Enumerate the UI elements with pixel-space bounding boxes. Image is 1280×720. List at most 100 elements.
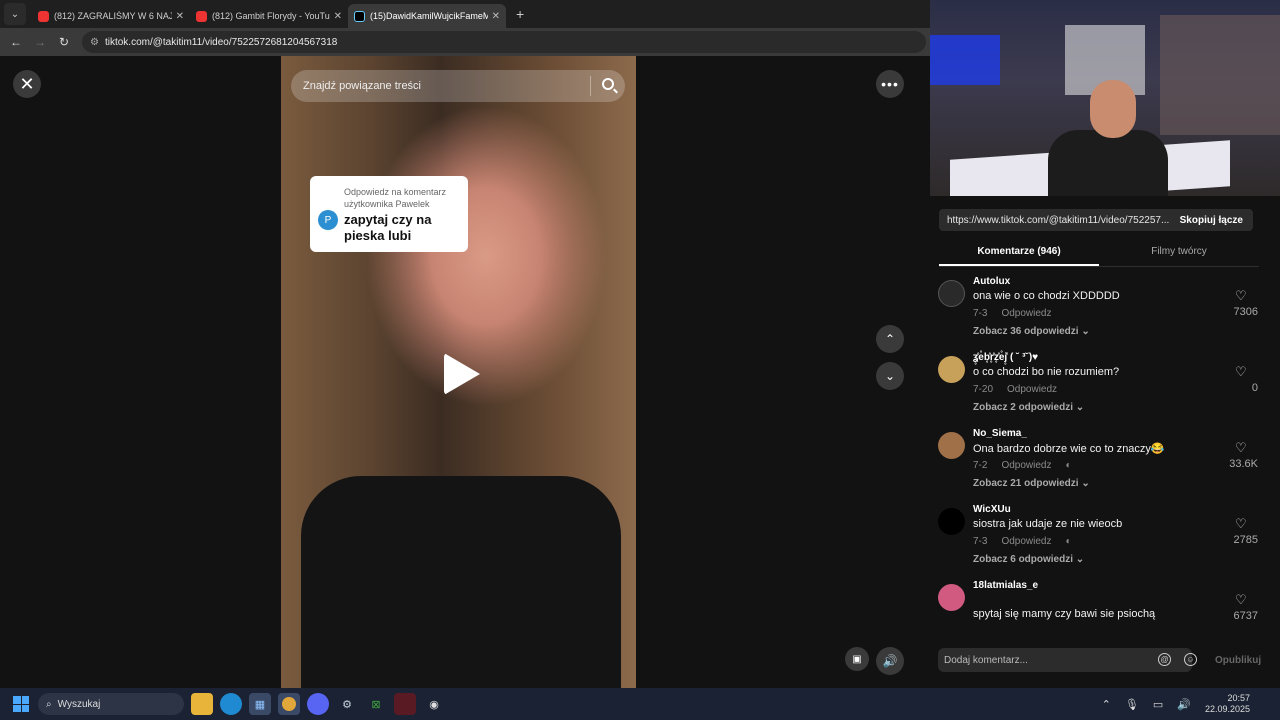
heart-icon[interactable]: ♡ bbox=[1235, 364, 1247, 380]
webcam-overlay bbox=[930, 0, 1280, 196]
comment-meta: 7-3 Odpowiedz ◐ bbox=[973, 536, 1086, 547]
avatar[interactable] bbox=[938, 508, 965, 535]
reply-comment-sticker: Odpowiedz na komentarz użytkownika Pawel… bbox=[310, 176, 468, 252]
comment-input[interactable]: Dodaj komentarz... @ ☺ bbox=[938, 648, 1197, 672]
comment-text: Ona bardzo dobrze wie co to znaczy😂 bbox=[973, 443, 1165, 455]
reply-button[interactable]: Odpowiedz bbox=[1001, 536, 1051, 547]
browser-tab[interactable]: (812) ZAGRALIŚMY W 6 NAJGO ✕ bbox=[32, 4, 190, 28]
comment-username[interactable]: ʓ̥̊e̊b̥̊r̥̊z̥̊e̊j̥̊ ( ˘ ³˘)♥ bbox=[973, 352, 1038, 363]
heart-icon[interactable]: ♡ bbox=[1235, 516, 1247, 532]
comment-username[interactable]: Autolux bbox=[973, 276, 1010, 287]
close-tab-icon[interactable]: ✕ bbox=[176, 11, 184, 22]
close-icon[interactable]: ✕ bbox=[13, 70, 41, 98]
comment-username[interactable]: WicXUu bbox=[973, 504, 1011, 515]
tiktok-icon bbox=[354, 10, 365, 22]
clock[interactable]: 20:57 22.09.2025 bbox=[1205, 693, 1250, 715]
microphone-icon[interactable]: 🎙 bbox=[1125, 698, 1139, 711]
xbox-icon[interactable]: ⊠ bbox=[365, 693, 387, 715]
next-video-chevron-down-icon[interactable]: ⌄ bbox=[876, 362, 904, 390]
network-icon[interactable]: ▭ bbox=[1153, 698, 1163, 711]
comment-list[interactable]: Autolux ona wie o co chodzi XDDDDD 7-3 Od… bbox=[918, 276, 1280, 632]
reload-icon[interactable]: ↻ bbox=[52, 35, 76, 49]
more-options-icon[interactable]: ••• bbox=[876, 70, 904, 98]
video-frame-detail bbox=[301, 476, 621, 688]
comment-meta: 7-2 Odpowiedz ◐ bbox=[973, 460, 1086, 471]
reply-button[interactable]: Odpowiedz bbox=[1001, 308, 1051, 319]
webcam-monitor-glow bbox=[930, 35, 1000, 85]
share-link-url[interactable]: https://www.tiktok.com/@takitim11/video/… bbox=[939, 215, 1170, 226]
comment-username[interactable]: No_Siema_ bbox=[973, 428, 1027, 439]
forward-arrow-icon[interactable]: → bbox=[28, 35, 52, 49]
tab-search-chevron-icon[interactable]: ⌄ bbox=[4, 3, 26, 25]
search-icon: ⌕ bbox=[46, 698, 52, 710]
view-replies-button[interactable]: Zobacz 6 odpowiedzi ⌄ bbox=[973, 554, 1084, 565]
reply-button[interactable]: Odpowiedz bbox=[1001, 460, 1051, 471]
publish-button[interactable]: Opublikuj bbox=[1215, 655, 1261, 666]
volume-icon[interactable]: 🔊 bbox=[1177, 698, 1191, 711]
browser-tab[interactable]: (812) Gambit Florydy - YouTube ✕ bbox=[190, 4, 348, 28]
comment-input-placeholder: Dodaj komentarz... bbox=[944, 654, 1028, 666]
tabs-divider bbox=[939, 266, 1259, 267]
comment-meta: 7-3 Odpowiedz bbox=[973, 308, 1065, 319]
close-tab-icon[interactable]: ✕ bbox=[334, 11, 342, 22]
tab-creator-videos[interactable]: Filmy twórcy bbox=[1099, 240, 1259, 266]
search-placeholder: Znajdź powiązane treści bbox=[303, 80, 422, 92]
like-count: 7306 bbox=[1233, 306, 1258, 318]
back-arrow-icon[interactable]: ← bbox=[4, 35, 28, 49]
comment-date: 7-3 bbox=[973, 308, 988, 319]
tab-title: (812) Gambit Florydy - YouTube bbox=[212, 11, 330, 21]
youtube-icon bbox=[196, 10, 207, 22]
steam-icon[interactable]: ⚙ bbox=[336, 693, 358, 715]
emoji-icon[interactable]: ☺ bbox=[1184, 653, 1197, 666]
view-replies-button[interactable]: Zobacz 36 odpowiedzi ⌄ bbox=[973, 326, 1090, 337]
search-icon[interactable] bbox=[602, 78, 614, 90]
discord-icon[interactable] bbox=[307, 693, 329, 715]
site-info-icon[interactable]: ⚙ bbox=[90, 37, 99, 48]
avatar[interactable] bbox=[938, 584, 965, 611]
play-icon[interactable] bbox=[444, 353, 480, 395]
url-field[interactable]: ⚙ tiktok.com/@takitim11/video/7522572681… bbox=[82, 31, 926, 53]
heart-icon[interactable]: ♡ bbox=[1235, 440, 1247, 456]
copy-link-button[interactable]: Skopiuj łącze bbox=[1170, 215, 1253, 226]
webcam-shelf bbox=[1160, 15, 1280, 135]
search-divider bbox=[590, 76, 591, 96]
taskbar-search[interactable]: ⌕ Wyszukaj bbox=[38, 693, 184, 715]
chevron-up-icon[interactable]: ⌃ bbox=[1102, 698, 1111, 711]
comment-username[interactable]: 18latmialas_e bbox=[973, 580, 1038, 591]
view-replies-button[interactable]: Zobacz 2 odpowiedzi ⌄ bbox=[973, 402, 1084, 413]
edge-browser-icon[interactable] bbox=[220, 693, 242, 715]
like-count: 6737 bbox=[1233, 610, 1258, 622]
video-player[interactable]: Znajdź powiązane treści Odpowiedz na kom… bbox=[281, 56, 636, 688]
close-tab-icon[interactable]: ✕ bbox=[492, 11, 500, 22]
volume-icon[interactable]: 🔊 bbox=[876, 647, 904, 675]
browser-tab-active[interactable]: (15)DawidKamilWujcikFameMm ✕ bbox=[348, 4, 506, 28]
webcam-person-body bbox=[1048, 130, 1168, 196]
related-search-input[interactable]: Znajdź powiązane treści bbox=[291, 70, 625, 102]
avatar[interactable] bbox=[938, 356, 965, 383]
windows-start-icon[interactable] bbox=[13, 696, 29, 712]
view-replies-button[interactable]: Zobacz 21 odpowiedzi ⌄ bbox=[973, 478, 1090, 489]
comments-panel: https://www.tiktok.com/@takitim11/video/… bbox=[918, 196, 1280, 688]
chrome-icon[interactable] bbox=[278, 693, 300, 715]
reply-button[interactable]: Odpowiedz bbox=[1007, 384, 1057, 395]
new-tab-button[interactable]: + bbox=[516, 6, 524, 22]
game-app-icon[interactable] bbox=[394, 693, 416, 715]
avatar[interactable] bbox=[938, 432, 965, 459]
reply-card-text: zapytaj czy na pieska lubi bbox=[344, 212, 432, 243]
heart-icon[interactable]: ♡ bbox=[1235, 592, 1247, 608]
comment-text: o co chodzi bo nie rozumiem? bbox=[973, 366, 1120, 378]
share-link-row: https://www.tiktok.com/@takitim11/video/… bbox=[939, 209, 1253, 231]
avatar[interactable] bbox=[938, 280, 965, 307]
heart-icon[interactable]: ♡ bbox=[1235, 288, 1247, 304]
microsoft-store-icon[interactable]: ▦ bbox=[249, 693, 271, 715]
clock-date: 22.09.2025 bbox=[1204, 704, 1250, 714]
file-explorer-icon[interactable] bbox=[191, 693, 213, 715]
obs-icon[interactable]: ◉ bbox=[423, 693, 445, 715]
url-text: tiktok.com/@takitim11/video/752257268120… bbox=[104, 36, 338, 48]
previous-video-chevron-up-icon[interactable]: ⌃ bbox=[876, 325, 904, 353]
like-count: 33.6K bbox=[1229, 458, 1258, 470]
miniplayer-icon[interactable]: ▣ bbox=[845, 647, 869, 671]
tab-comments[interactable]: Komentarze (946) bbox=[939, 240, 1099, 266]
taskbar: ⌕ Wyszukaj ▦ ⚙ ⊠ ◉ ⌃ 🎙 ▭ 🔊 20:57 22.09.2… bbox=[0, 688, 1280, 720]
mention-icon[interactable]: @ bbox=[1158, 653, 1171, 666]
